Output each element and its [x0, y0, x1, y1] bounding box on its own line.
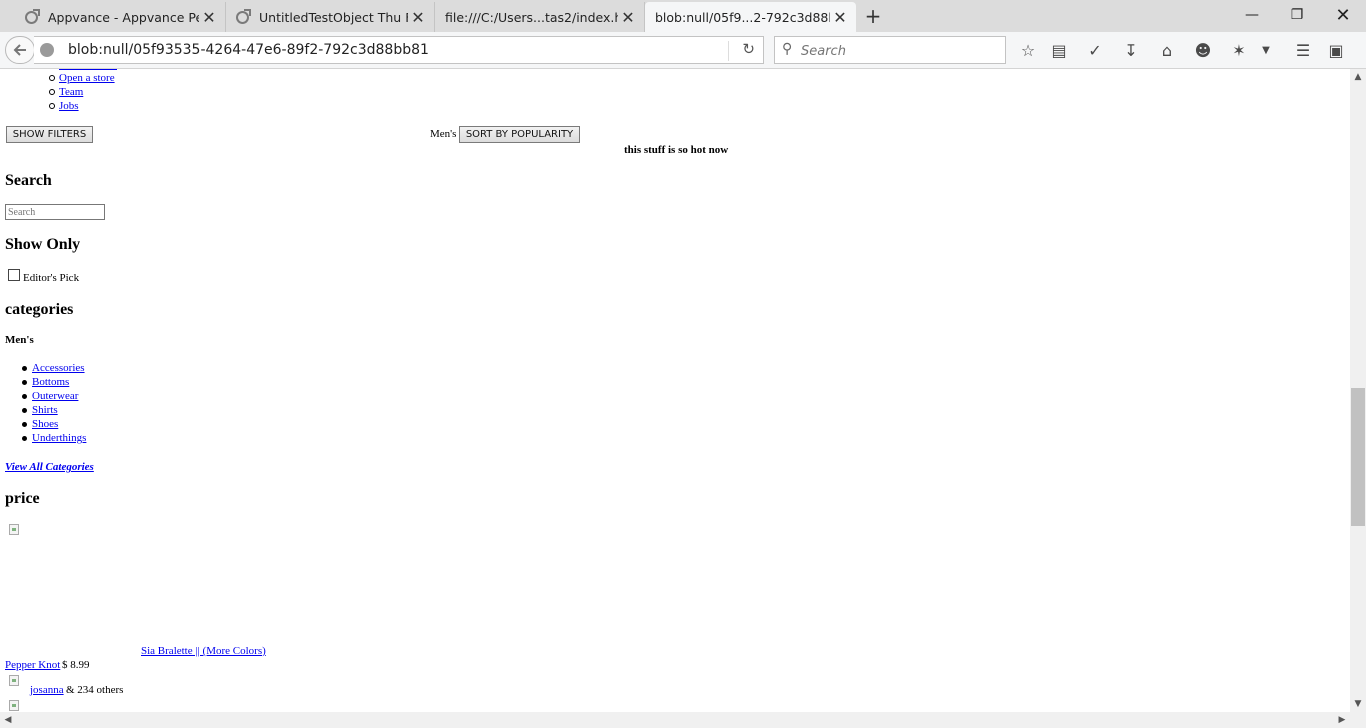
tab-blob-active[interactable]: blob:null/05f9...2-792c3d88bb81 ✕ — [645, 2, 856, 32]
category-shoes[interactable]: Shoes — [32, 418, 58, 430]
search-heading: Search — [5, 172, 52, 189]
restore-icon[interactable]: ❐ — [1274, 0, 1320, 30]
download-icon[interactable]: ↧ — [1119, 39, 1143, 61]
broken-image-icon — [9, 675, 19, 686]
scroll-up-icon[interactable]: ▲ — [1350, 69, 1366, 85]
filter-search-input[interactable] — [5, 204, 105, 220]
list-bullet — [22, 422, 27, 427]
scroll-down-icon[interactable]: ▼ — [1350, 696, 1366, 712]
list-bullet — [49, 103, 55, 109]
tab-title: Appvance - Appvance Per... — [48, 9, 199, 25]
info-icon[interactable] — [40, 43, 54, 57]
url-text[interactable]: blob:null/05f93535-4264-47e6-89f2-792c3d… — [68, 42, 429, 58]
editors-pick-label: Editor's Pick — [23, 272, 80, 284]
new-tab-icon[interactable]: + — [862, 4, 884, 28]
tab-appvance[interactable]: Appvance - Appvance Per... ✕ — [15, 2, 226, 32]
cutoff-link-underline — [59, 69, 117, 70]
minimize-icon[interactable]: — — [1229, 0, 1275, 30]
close-tab-icon[interactable]: ✕ — [830, 8, 850, 27]
liker-link[interactable]: josanna — [30, 684, 64, 696]
list-bullet — [49, 89, 55, 95]
list-bullet — [22, 366, 27, 371]
bookmark-star-icon[interactable]: ☆ — [1016, 39, 1040, 61]
show-only-heading: Show Only — [5, 236, 81, 253]
categories-heading: categories — [5, 301, 74, 318]
pocket-icon[interactable]: ✓ — [1083, 39, 1107, 61]
scrollbar-corner — [1350, 712, 1366, 728]
scroll-right-icon[interactable]: ▶ — [1334, 712, 1350, 728]
close-tab-icon[interactable]: ✕ — [618, 8, 638, 27]
likes-count-text: & 234 others — [66, 684, 124, 696]
tab-title: blob:null/05f9...2-792c3d88bb81 — [655, 9, 830, 25]
back-arrow-icon — [13, 44, 26, 56]
breadcrumb: Men's — [430, 128, 457, 140]
tab-title: UntitledTestObject Thu Fe... — [259, 9, 408, 25]
link-open-a-store[interactable]: Open a store — [59, 72, 115, 84]
profile-icon[interactable]: ▣ — [1324, 39, 1348, 61]
category-underthings[interactable]: Underthings — [32, 432, 86, 444]
product-price: $ 8.99 — [62, 659, 90, 671]
scroll-left-icon[interactable]: ◀ — [0, 712, 16, 728]
extension-icon[interactable]: ✶ — [1227, 39, 1251, 61]
browser-search-input[interactable] — [799, 40, 1003, 62]
horizontal-scrollbar[interactable]: ◀ ▶ — [0, 712, 1350, 728]
vertical-scrollbar[interactable]: ▲ ▼ — [1350, 69, 1366, 712]
tab-untitled-test-object[interactable]: UntitledTestObject Thu Fe... ✕ — [226, 2, 435, 32]
broken-image-icon — [9, 700, 19, 711]
tagline: this stuff is so hot now — [624, 144, 729, 156]
tab-title: file:///C:/Users...tas2/index.html — [445, 9, 618, 25]
link-jobs[interactable]: Jobs — [59, 100, 79, 112]
sort-by-popularity-button[interactable]: SORT BY POPULARITY — [459, 126, 580, 143]
link-team[interactable]: Team — [59, 86, 83, 98]
price-heading: price — [5, 490, 40, 507]
list-bullet — [22, 394, 27, 399]
list-bullet — [22, 436, 27, 441]
close-tab-icon[interactable]: ✕ — [199, 8, 219, 27]
product-title-link[interactable]: Sia Bralette || (More Colors) — [141, 645, 266, 657]
scrollbar-thumb[interactable] — [1351, 388, 1365, 526]
category-accessories[interactable]: Accessories — [32, 362, 85, 374]
page-viewport: Open a store Team Jobs SHOW FILTERS Men'… — [0, 69, 1350, 712]
view-all-categories-link[interactable]: View All Categories — [5, 461, 94, 473]
tab-file-index[interactable]: file:///C:/Users...tas2/index.html ✕ — [435, 2, 645, 32]
category-bottoms[interactable]: Bottoms — [32, 376, 69, 388]
broken-image-icon — [9, 524, 19, 535]
dropdown-icon[interactable]: ▼ — [1254, 39, 1278, 61]
category-shirts[interactable]: Shirts — [32, 404, 58, 416]
tab-strip: Appvance - Appvance Per... ✕ UntitledTes… — [0, 0, 1366, 32]
home-icon[interactable]: ⌂ — [1155, 39, 1179, 61]
list-bullet — [22, 380, 27, 385]
browser-search-box[interactable]: ⚲ — [774, 36, 1006, 64]
smiley-icon[interactable]: ☻ — [1191, 39, 1215, 61]
reading-list-icon[interactable]: ▤ — [1047, 39, 1071, 61]
appvance-favicon-icon — [25, 8, 40, 24]
close-window-icon[interactable]: ✕ — [1320, 0, 1366, 30]
category-outerwear[interactable]: Outerwear — [32, 390, 78, 402]
url-bar[interactable]: blob:null/05f93535-4264-47e6-89f2-792c3d… — [34, 36, 764, 64]
brand-link[interactable]: Pepper Knot — [5, 659, 60, 671]
appvance-favicon-icon — [236, 8, 251, 24]
list-bullet — [49, 75, 55, 81]
reload-icon[interactable]: ↻ — [742, 40, 755, 58]
back-button[interactable] — [5, 36, 35, 64]
navigation-toolbar: blob:null/05f93535-4264-47e6-89f2-792c3d… — [0, 32, 1366, 69]
list-bullet — [22, 408, 27, 413]
menu-icon[interactable]: ☰ — [1291, 39, 1315, 61]
close-tab-icon[interactable]: ✕ — [408, 8, 428, 27]
show-filters-button[interactable]: SHOW FILTERS — [6, 126, 93, 143]
editors-pick-checkbox[interactable] — [8, 269, 20, 281]
category-group-title: Men's — [5, 334, 34, 346]
url-divider — [728, 41, 729, 61]
search-icon: ⚲ — [782, 41, 793, 57]
